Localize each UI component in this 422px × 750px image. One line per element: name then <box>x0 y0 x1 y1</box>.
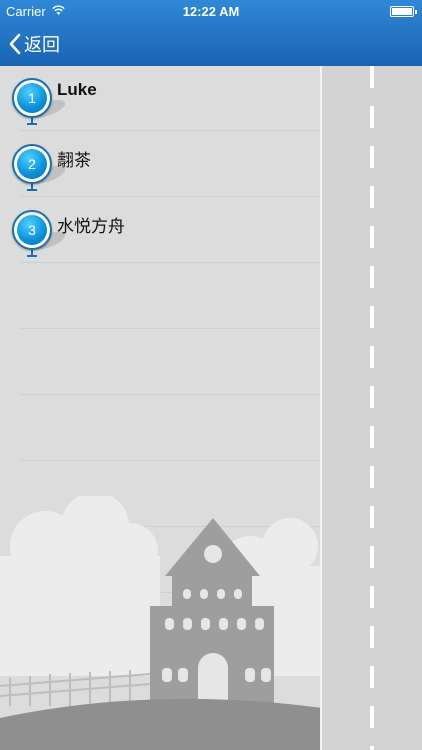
marker-pin-icon: 3 <box>10 208 68 258</box>
battery-icon <box>390 6 417 17</box>
list-item[interactable]: 3 水悦方舟 <box>10 202 310 262</box>
chevron-left-icon <box>9 33 21 55</box>
list-item[interactable]: 1 Luke <box>10 70 310 130</box>
item-label: 翿茶 <box>57 151 91 170</box>
marker-pin-base <box>27 123 37 125</box>
status-time: 12:22 AM <box>182 4 240 19</box>
road-strip <box>320 66 422 750</box>
back-label: 返回 <box>24 35 60 55</box>
back-button[interactable]: 返回 <box>8 30 60 58</box>
item-label: Luke <box>57 80 97 99</box>
marker-circle: 3 <box>12 210 52 250</box>
marker-pin-icon: 2 <box>10 142 68 192</box>
road-dash-line <box>370 66 374 750</box>
list-item[interactable]: 2 翿茶 <box>10 136 310 196</box>
marker-number: 3 <box>17 215 47 245</box>
item-label: 水悦方舟 <box>57 217 125 236</box>
marker-pin-icon: 1 <box>10 76 68 126</box>
marker-number: 1 <box>17 83 47 113</box>
content-area: 1 Luke 2 翿茶 3 水悦方舟 <box>0 66 422 750</box>
marker-number: 2 <box>17 149 47 179</box>
status-bar: Carrier 12:22 AM <box>0 0 422 22</box>
marker-pin-base <box>27 255 37 257</box>
marker-pin-base <box>27 189 37 191</box>
marker-circle: 1 <box>12 78 52 118</box>
top-bar: Carrier 12:22 AM 返回 <box>0 0 422 66</box>
marker-circle: 2 <box>12 144 52 184</box>
